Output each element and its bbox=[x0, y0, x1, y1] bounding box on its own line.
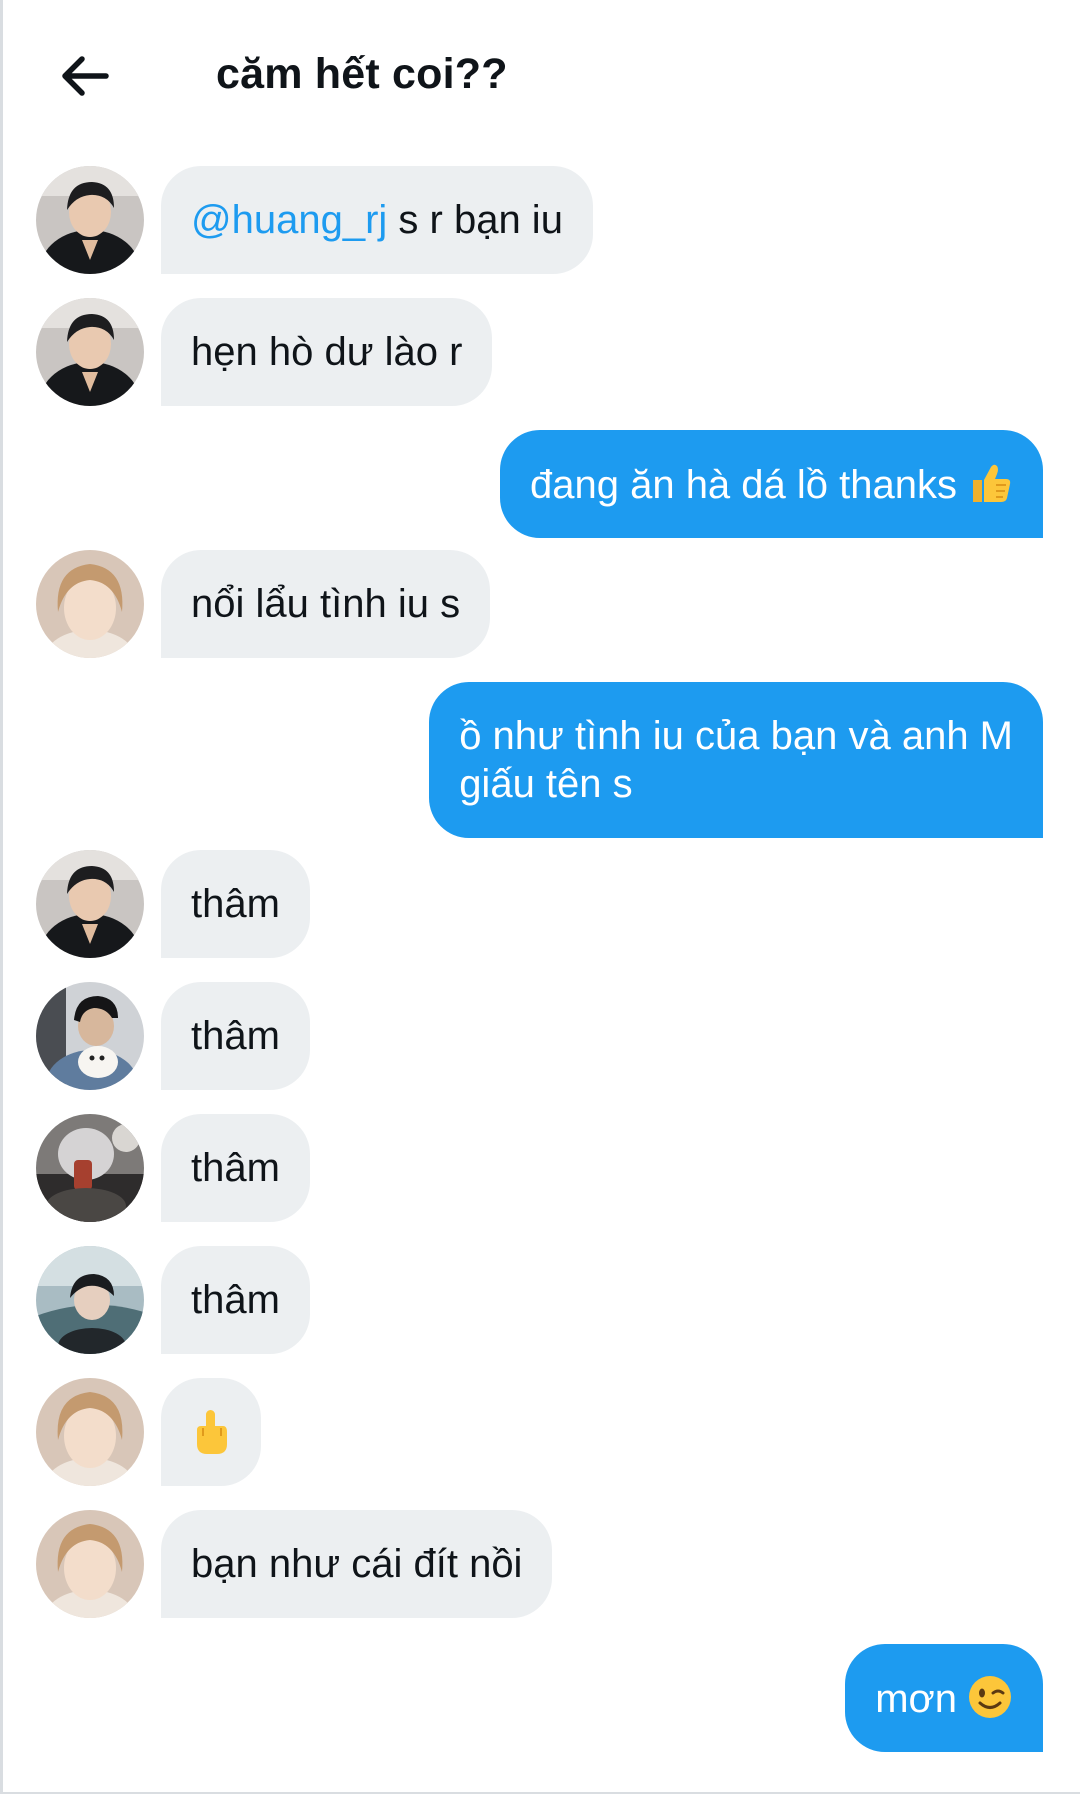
left-border bbox=[0, 0, 3, 1794]
back-button[interactable] bbox=[52, 44, 116, 108]
message-text: đang ăn hà dá lồ thanks bbox=[529, 463, 957, 507]
conversation-title: căm hết coi?? bbox=[216, 50, 508, 98]
message-bubble-incoming[interactable]: hẹn hò dư lào r bbox=[161, 298, 493, 406]
avatar[interactable] bbox=[36, 1114, 144, 1222]
message-text-line-2: giấu tên s bbox=[459, 762, 633, 806]
message-bubble-incoming[interactable]: thâm bbox=[161, 982, 310, 1090]
avatar[interactable] bbox=[36, 850, 144, 958]
mention-link[interactable]: @huang_rj bbox=[191, 198, 387, 242]
avatar[interactable] bbox=[36, 982, 144, 1090]
message-bubble-incoming[interactable]: nổi lẩu tình iu s bbox=[161, 550, 491, 658]
message-bubble-incoming[interactable]: bạn như cái đít nồi bbox=[161, 1510, 553, 1618]
avatar[interactable] bbox=[36, 1246, 144, 1354]
message-text: thâm bbox=[191, 882, 280, 926]
message-text: hẹn hò dư lào r bbox=[191, 330, 463, 374]
message-text: bạn như cái đít nồi bbox=[191, 1542, 523, 1586]
message-text: thâm bbox=[191, 1146, 280, 1190]
message-text-line-1: ồ như tình iu của bạn và anh M bbox=[459, 714, 1013, 758]
message-bubble-incoming[interactable] bbox=[161, 1378, 261, 1486]
avatar[interactable] bbox=[36, 1378, 144, 1486]
avatar[interactable] bbox=[36, 550, 144, 658]
message-bubble-outgoing[interactable]: đang ăn hà dá lồ thanks bbox=[499, 430, 1043, 538]
middle-finger-icon bbox=[191, 1408, 231, 1467]
message-bubble-incoming[interactable]: thâm bbox=[161, 850, 310, 958]
message-text: thâm bbox=[191, 1278, 280, 1322]
message-text: nổi lẩu tình iu s bbox=[191, 582, 461, 626]
winking-face-icon bbox=[967, 1674, 1013, 1731]
message-bubble-incoming[interactable]: @huang_rj s r bạn iu bbox=[161, 166, 593, 274]
message-bubble-outgoing[interactable]: mơn bbox=[845, 1644, 1043, 1752]
message-bubble-outgoing[interactable]: ồ như tình iu của bạn và anh M giấu tên … bbox=[429, 682, 1043, 838]
message-bubble-incoming[interactable]: thâm bbox=[161, 1246, 310, 1354]
message-bubble-incoming[interactable]: thâm bbox=[161, 1114, 310, 1222]
avatar[interactable] bbox=[36, 298, 144, 406]
arrow-left-icon bbox=[62, 56, 109, 96]
avatar[interactable] bbox=[36, 1510, 144, 1618]
message-text: thâm bbox=[191, 1014, 280, 1058]
thumbs-up-icon bbox=[967, 460, 1013, 517]
message-text: mơn bbox=[875, 1677, 957, 1721]
avatar[interactable] bbox=[36, 166, 144, 274]
message-text: s r bạn iu bbox=[387, 198, 563, 242]
